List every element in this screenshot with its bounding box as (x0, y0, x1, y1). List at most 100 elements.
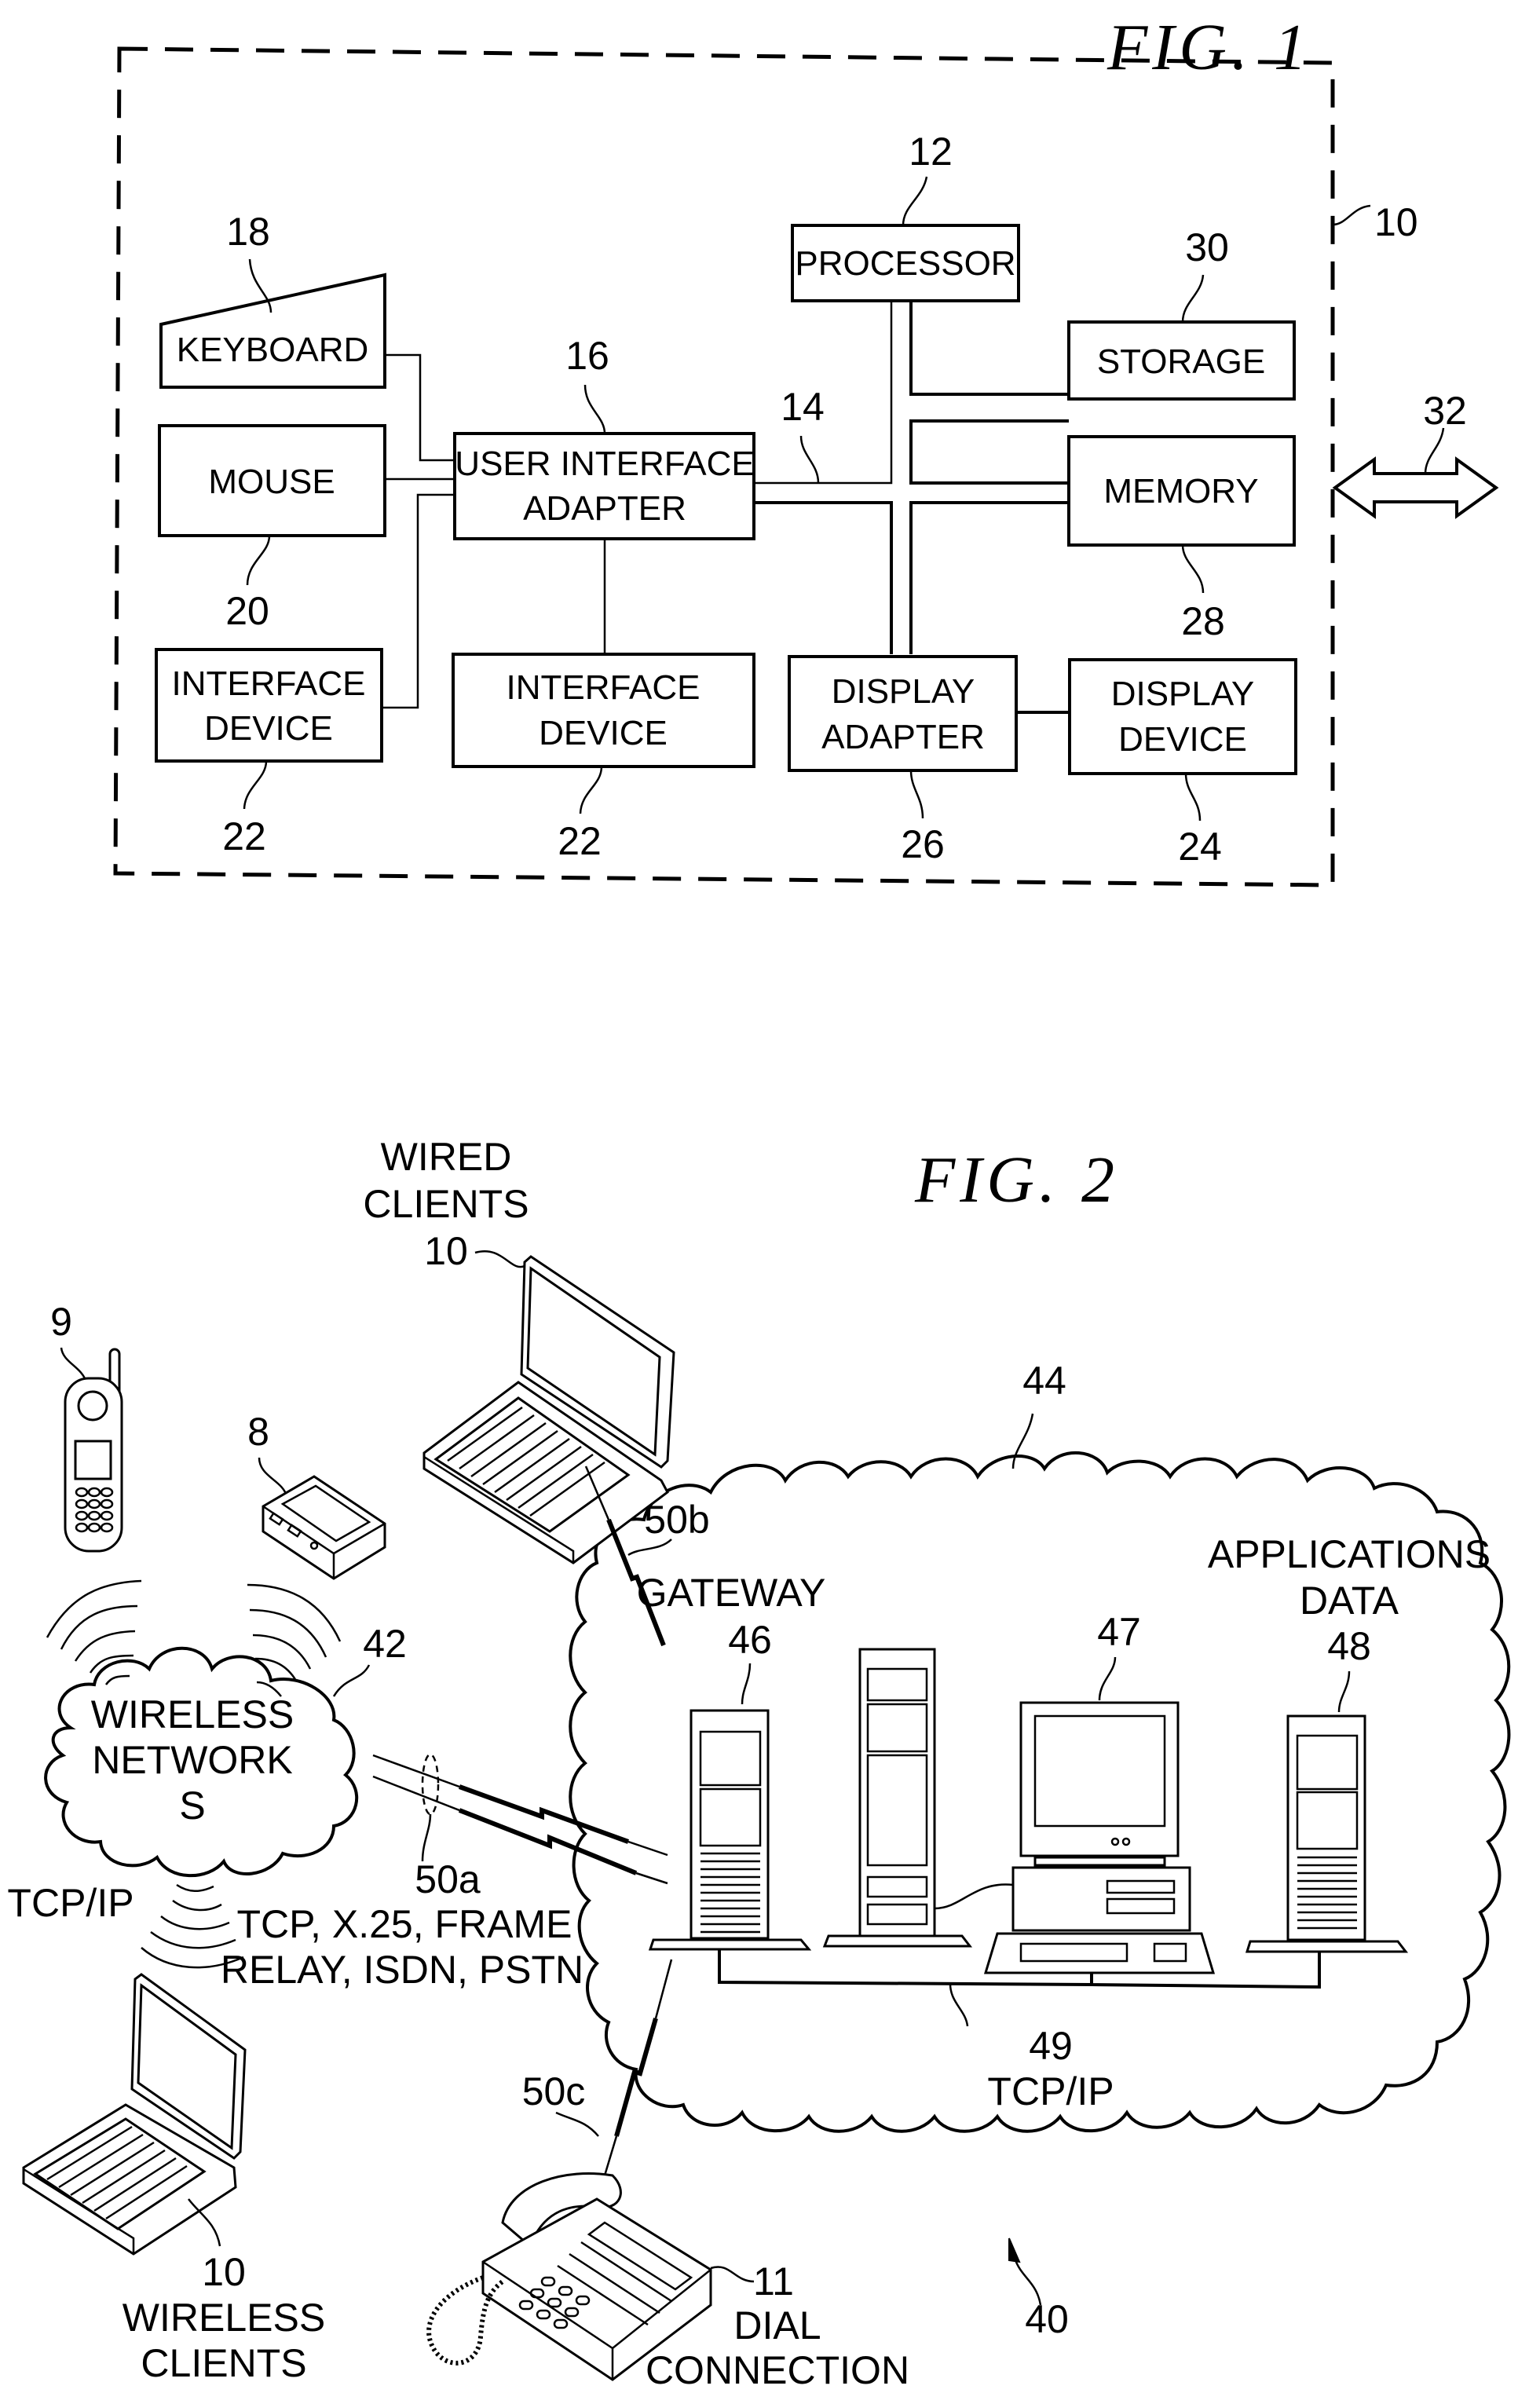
wireless-network-cloud-42: WIRELESS NETWORK S 42 (44, 1622, 407, 1878)
ref-50a: 50a (415, 1857, 481, 1901)
keyboard-block: KEYBOARD 18 (159, 210, 386, 389)
wireless-network-label-3: S (179, 1784, 205, 1828)
interface-device-left-connection (382, 493, 455, 709)
interface-device-mid-label-1: INTERFACE (507, 668, 700, 707)
fig2-title: FIG. 2 (914, 1143, 1119, 1217)
keyboard-label: KEYBOARD (177, 331, 369, 369)
interface-device-mid-label-2: DEVICE (539, 714, 668, 752)
display-adapter-block: DISPLAY ADAPTER 26 (788, 655, 1018, 866)
processor-label: PROCESSOR (795, 244, 1015, 283)
gateway-label: GATEWAY (637, 1571, 826, 1615)
ref-20: 20 (225, 589, 269, 633)
ref-18: 18 (226, 210, 270, 254)
mouse-block: MOUSE 20 (158, 424, 386, 633)
applications-data-label-1: APPLICATIONS (1208, 1532, 1491, 1576)
applications-data-server: APPLICATIONS DATA 48 (1208, 1532, 1491, 1953)
wireless-network-label-2: NETWORK (92, 1738, 293, 1782)
lan-protocol-label: TCP/IP (987, 2069, 1114, 2113)
user-interface-adapter-block: USER INTERFACE ADAPTER 16 (453, 334, 755, 540)
ref-10-wireless: 10 (202, 2250, 246, 2294)
desktop-computer-icon (934, 1701, 1216, 1974)
keyboard-connection (385, 353, 455, 462)
ref-8: 8 (247, 1410, 269, 1454)
interface-device-left-block: INTERFACE DEVICE 22 (155, 648, 383, 858)
ref-32: 32 (1423, 389, 1467, 433)
ref-9: 9 (50, 1300, 72, 1344)
ref-50b: 50b (644, 1498, 709, 1542)
ref-10: 10 (1374, 200, 1418, 244)
leader-10 (1332, 204, 1371, 226)
ref-30: 30 (1185, 225, 1229, 269)
wireless-network-label-1: WIRELESS (91, 1692, 294, 1736)
display-device-label-1: DISPLAY (1111, 675, 1255, 713)
cell-phone-device: 9 (50, 1300, 123, 1553)
memory-label: MEMORY (1103, 472, 1258, 510)
dial-connection-label-2: CONNECTION (646, 2348, 909, 2392)
uia-label-2: ADAPTER (523, 489, 686, 528)
wireless-clients-label-2: CLIENTS (141, 2341, 306, 2385)
pda-icon (262, 1475, 386, 1580)
tower-server-icon (648, 1709, 812, 1951)
ref-48: 48 (1327, 1624, 1371, 1668)
leader-44 (1011, 1413, 1034, 1469)
processor-block: PROCESSOR 12 (791, 130, 1020, 302)
dial-connection-label-1: DIAL (733, 2303, 821, 2347)
ref-26: 26 (901, 822, 945, 866)
tower-server-icon (822, 1648, 973, 1948)
cell-phone-icon (64, 1348, 123, 1553)
ref-10-wired: 10 (424, 1229, 468, 1273)
wireless-tcpip-label: TCP/IP (7, 1881, 134, 1925)
fig1: FIG. 1 10 KEYBOARD 18 MOUSE 20 INTERFACE… (113, 11, 1499, 887)
display-adapter-label-1: DISPLAY (832, 672, 975, 711)
link-50a-protocols-2: RELAY, ISDN, PSTN (221, 1948, 583, 1992)
storage-label: STORAGE (1097, 342, 1265, 381)
wired-clients-label-2: CLIENTS (363, 1182, 529, 1226)
ref-49: 49 (1029, 2024, 1073, 2068)
interface-device-left-label-1: INTERFACE (172, 664, 366, 703)
bidirectional-arrow-icon (1332, 456, 1499, 519)
link-50c: 50c (522, 1959, 673, 2176)
ref-44: 44 (1022, 1359, 1066, 1403)
storage-block: STORAGE 30 (1067, 225, 1296, 401)
wireless-clients-label-1: WIRELESS (123, 2296, 325, 2340)
ref-40: 40 (1025, 2297, 1069, 2341)
server-tower-2 (822, 1648, 973, 1948)
display-device-block: DISPLAY DEVICE 24 (1068, 658, 1297, 869)
network-link-32: 32 (1332, 389, 1499, 519)
fig1-title: FIG. 1 (1107, 11, 1311, 84)
tower-server-icon (1245, 1714, 1409, 1953)
gateway-server: GATEWAY 46 (637, 1571, 826, 1951)
fig2: FIG. 2 44 WIRED CLIENTS 10 9 8 WIRELESS … (7, 1135, 1511, 2392)
mouse-label: MOUSE (208, 463, 335, 501)
ref-12: 12 (909, 130, 953, 174)
system-bus-14: 14 (754, 301, 1069, 654)
ref-42: 42 (363, 1622, 407, 1666)
pda-device: 8 (247, 1410, 386, 1580)
uia-label-1: USER INTERFACE (455, 445, 754, 483)
ref-16: 16 (565, 334, 609, 378)
ref-24: 24 (1178, 825, 1222, 869)
patent-drawing-sheet: FIG. 1 10 KEYBOARD 18 MOUSE 20 INTERFACE… (7, 11, 1511, 2392)
wireless-client-laptop: 10 WIRELESS CLIENTS (22, 1973, 325, 2385)
ref-46: 46 (728, 1618, 772, 1662)
wired-client-laptop: WIRED CLIENTS 10 (363, 1135, 675, 1564)
wired-clients-label-1: WIRED (381, 1135, 512, 1179)
laptop-icon (422, 1255, 675, 1564)
workstation: 47 (934, 1610, 1216, 1974)
system-ref-40: 40 (1008, 2238, 1069, 2341)
arrow-head-icon (1008, 2238, 1021, 2263)
memory-block: MEMORY 28 (1067, 435, 1296, 643)
ref-22-mid: 22 (558, 819, 602, 863)
display-device-label-2: DEVICE (1118, 720, 1247, 759)
ref-22-left: 22 (222, 814, 266, 858)
ref-47: 47 (1097, 1610, 1141, 1654)
ref-14: 14 (781, 385, 825, 429)
applications-data-label-2: DATA (1300, 1579, 1399, 1623)
interface-device-mid-block: INTERFACE DEVICE 22 (452, 653, 755, 863)
ref-50c: 50c (522, 2069, 586, 2113)
dial-connection-phone: 11 DIAL CONNECTION (426, 2172, 909, 2392)
ref-28: 28 (1181, 599, 1225, 643)
laptop-icon (22, 1973, 247, 2256)
display-adapter-label-2: ADAPTER (821, 718, 985, 756)
interface-device-left-label-2: DEVICE (204, 709, 333, 748)
